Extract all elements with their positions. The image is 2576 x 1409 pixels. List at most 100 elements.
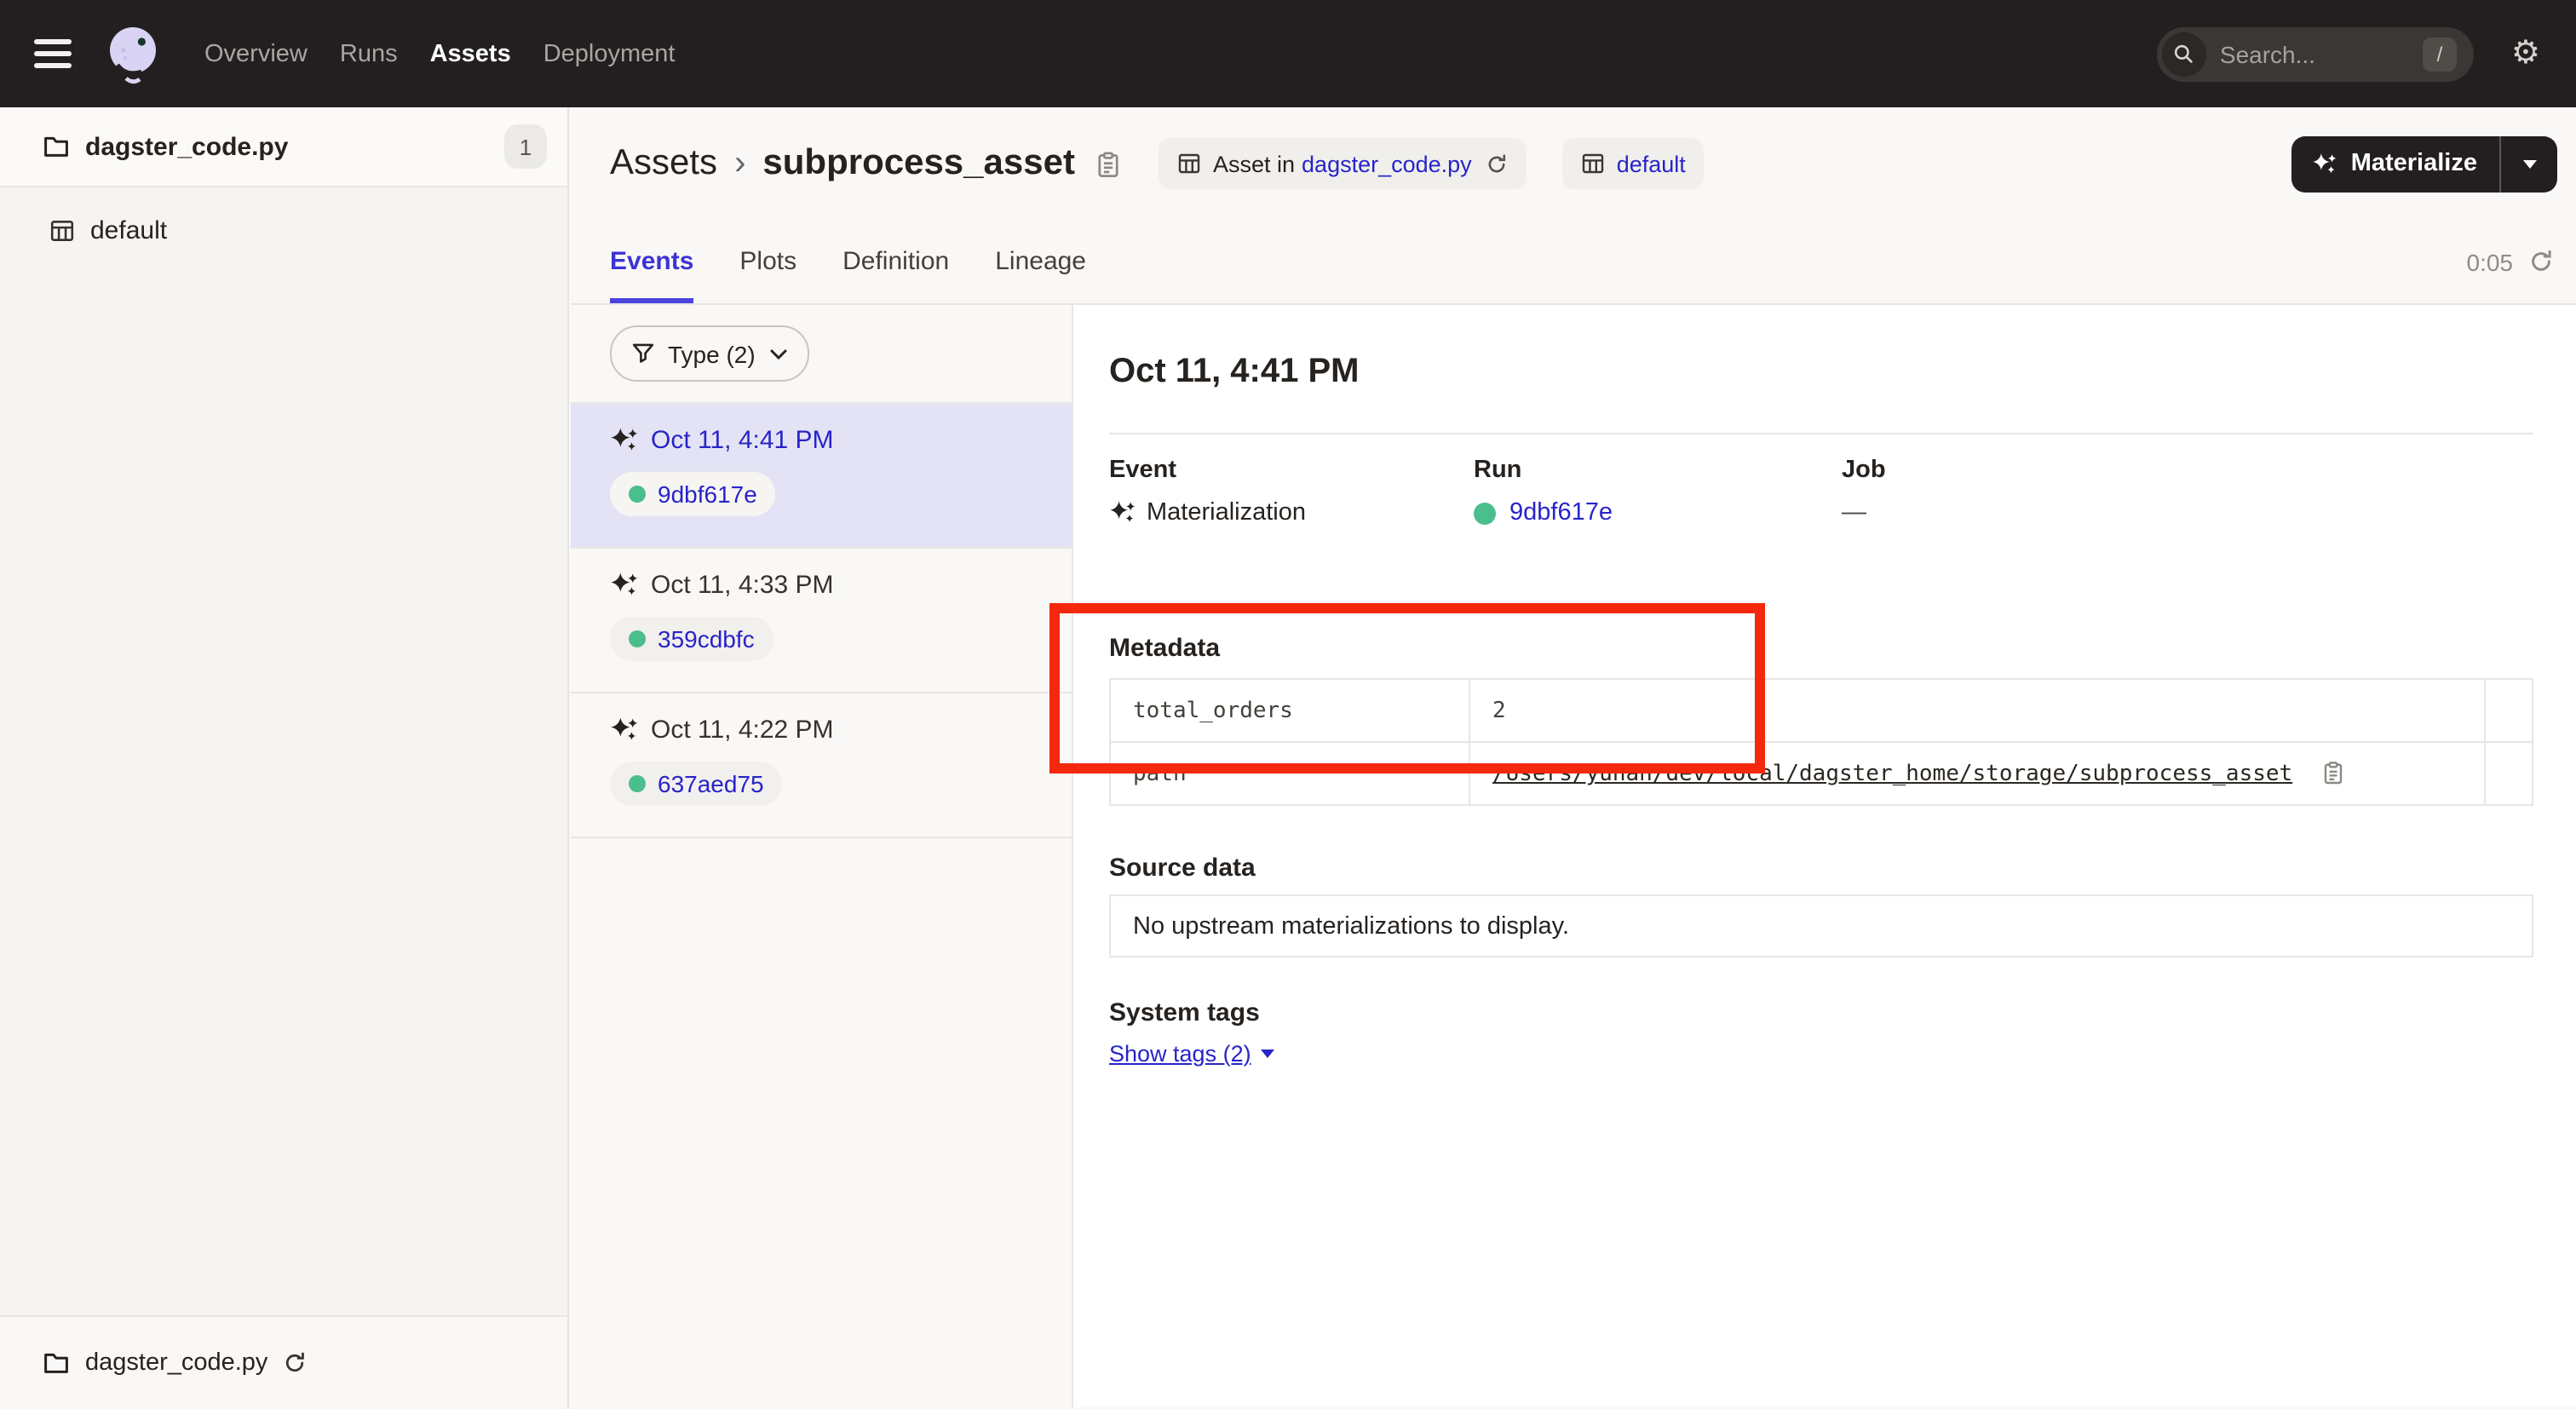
primary-nav: Overview Runs Assets Deployment bbox=[204, 40, 707, 67]
show-tags-toggle[interactable]: Show tags (2) bbox=[1109, 1041, 2533, 1067]
run-status-dot bbox=[629, 630, 646, 647]
sidebar-file-label: dagster_code.py bbox=[85, 132, 288, 161]
folder-icon bbox=[43, 1349, 70, 1377]
materialize-button[interactable]: Materialize bbox=[2291, 135, 2499, 192]
hamburger-menu-icon[interactable] bbox=[34, 39, 72, 68]
job-column-label: Job bbox=[1842, 457, 2533, 484]
sidebar-item-code-location[interactable]: dagster_code.py 1 bbox=[0, 107, 567, 187]
asset-in-prefix: Asset in bbox=[1213, 151, 1295, 176]
top-nav-bar: Overview Runs Assets Deployment / ⚙ bbox=[0, 0, 2576, 107]
materialization-sparkle-icon bbox=[610, 426, 639, 455]
main-panel: Assets › subprocess_asset Asset in bbox=[571, 107, 2576, 1409]
event-detail-heading: Oct 11, 4:41 PM bbox=[1109, 348, 2533, 395]
search-input[interactable] bbox=[2220, 40, 2423, 67]
reload-location-icon[interactable] bbox=[283, 1351, 307, 1375]
sidebar-footer-code-location[interactable]: dagster_code.py bbox=[0, 1315, 567, 1409]
folder-icon bbox=[43, 133, 70, 160]
table-grid-icon bbox=[1177, 152, 1201, 175]
events-content: Type (2) bbox=[571, 305, 2576, 1407]
code-location-link[interactable]: dagster_code.py bbox=[1302, 151, 1472, 176]
type-filter-label: Type (2) bbox=[668, 340, 756, 367]
copy-asset-name-icon[interactable] bbox=[1094, 149, 1123, 178]
event-list-item[interactable]: Oct 11, 4:41 PM 9dbf617e bbox=[571, 404, 1072, 549]
system-tags-heading: System tags bbox=[1109, 998, 2533, 1029]
run-id-pill[interactable]: 9dbf617e bbox=[610, 472, 776, 516]
funnel-icon bbox=[632, 342, 654, 365]
metadata-table: total_orders 2 path /Users/yuhan/dev/loc… bbox=[1109, 678, 2533, 806]
event-list-item[interactable]: Oct 11, 4:22 PM 637aed75 bbox=[571, 693, 1072, 838]
job-value: — bbox=[1842, 499, 2533, 526]
metadata-key: total_orders bbox=[1110, 679, 1469, 742]
sidebar-footer-label: dagster_code.py bbox=[85, 1349, 267, 1377]
app-window: Overview Runs Assets Deployment / ⚙ bbox=[0, 0, 2576, 1409]
materialization-sparkle-icon bbox=[1109, 499, 1136, 526]
dagster-logo[interactable] bbox=[102, 21, 164, 86]
run-id-link[interactable]: 359cdbfc bbox=[658, 625, 755, 653]
caret-down-icon bbox=[2522, 159, 2536, 168]
caret-down-icon bbox=[1262, 1050, 1275, 1058]
global-search[interactable]: / bbox=[2157, 26, 2474, 81]
source-data-empty-box: No upstream materializations to display. bbox=[1109, 894, 2533, 958]
copy-path-icon[interactable] bbox=[2321, 760, 2347, 785]
asset-group-badge[interactable]: default bbox=[1562, 138, 1705, 189]
breadcrumb-assets-link[interactable]: Assets bbox=[610, 143, 717, 184]
search-shortcut-key: / bbox=[2423, 37, 2457, 71]
event-list: Type (2) bbox=[571, 305, 1073, 1407]
sidebar-group-label: default bbox=[90, 216, 167, 244]
metadata-key: path bbox=[1110, 742, 1469, 805]
materialize-label: Materialize bbox=[2351, 150, 2477, 177]
asset-tabs: Events Plots Definition Lineage 0:05 bbox=[571, 220, 2576, 305]
materialize-options-button[interactable] bbox=[2501, 135, 2557, 192]
asset-count-badge: 1 bbox=[504, 124, 547, 169]
event-detail-panel: Oct 11, 4:41 PM Event bbox=[1073, 305, 2576, 1407]
event-timestamp: Oct 11, 4:22 PM bbox=[651, 716, 834, 745]
run-status-dot bbox=[629, 486, 646, 503]
run-id-link[interactable]: 9dbf617e bbox=[658, 480, 757, 508]
run-id-pill[interactable]: 637aed75 bbox=[610, 762, 783, 806]
sidebar-item-default-group[interactable]: default bbox=[0, 203, 567, 257]
run-id-pill[interactable]: 359cdbfc bbox=[610, 617, 773, 661]
metadata-extra-cell bbox=[2485, 679, 2533, 742]
settings-gear-icon[interactable]: ⚙ bbox=[2511, 37, 2540, 70]
tab-events[interactable]: Events bbox=[610, 220, 693, 303]
nav-deployment[interactable]: Deployment bbox=[543, 40, 676, 67]
asset-group-icon bbox=[49, 217, 75, 243]
run-id-link[interactable]: 9dbf617e bbox=[1509, 499, 1613, 526]
asset-group-icon bbox=[1581, 152, 1605, 175]
refresh-icon[interactable] bbox=[2528, 249, 2554, 274]
nav-overview[interactable]: Overview bbox=[204, 40, 308, 67]
sparkle-icon bbox=[2312, 151, 2337, 176]
breadcrumb-separator: › bbox=[734, 144, 745, 183]
event-list-item[interactable]: Oct 11, 4:33 PM 359cdbfc bbox=[571, 549, 1072, 693]
materialization-sparkle-icon bbox=[610, 716, 639, 745]
nav-runs[interactable]: Runs bbox=[340, 40, 398, 67]
filter-zone: Type (2) bbox=[571, 305, 1072, 404]
run-id-link[interactable]: 637aed75 bbox=[658, 770, 764, 797]
tab-lineage[interactable]: Lineage bbox=[995, 220, 1086, 303]
search-icon bbox=[2162, 32, 2206, 76]
materialize-split-button: Materialize bbox=[2291, 135, 2557, 192]
event-type-value: Materialization bbox=[1147, 499, 1306, 526]
tab-plots[interactable]: Plots bbox=[739, 220, 796, 303]
group-link[interactable]: default bbox=[1617, 151, 1686, 176]
path-link[interactable]: /Users/yuhan/dev/local/dagster_home/stor… bbox=[1492, 762, 2292, 787]
metadata-heading: Metadata bbox=[1109, 634, 2533, 664]
top-right-controls: / ⚙ bbox=[2157, 26, 2576, 81]
source-data-empty-message: No upstream materializations to display. bbox=[1133, 912, 1569, 940]
chevron-down-icon bbox=[771, 348, 788, 359]
breadcrumb: Assets › subprocess_asset Asset in bbox=[571, 107, 2576, 220]
tab-definition[interactable]: Definition bbox=[842, 220, 949, 303]
refresh-countdown: 0:05 bbox=[2467, 248, 2514, 275]
asset-location-badge[interactable]: Asset in dagster_code.py bbox=[1159, 138, 1527, 189]
type-filter-button[interactable]: Type (2) bbox=[610, 325, 810, 382]
metadata-extra-cell bbox=[2485, 742, 2533, 805]
divider bbox=[1109, 433, 2533, 434]
materialization-sparkle-icon bbox=[610, 571, 639, 600]
event-summary-columns: Event Materialization bbox=[1109, 457, 2533, 526]
nav-assets[interactable]: Assets bbox=[430, 40, 511, 67]
run-column-label: Run bbox=[1474, 457, 1842, 484]
reload-icon[interactable] bbox=[1486, 152, 1508, 175]
page-title: subprocess_asset bbox=[762, 143, 1075, 184]
metadata-value: 2 bbox=[1469, 679, 2485, 742]
run-status-dot bbox=[629, 775, 646, 792]
